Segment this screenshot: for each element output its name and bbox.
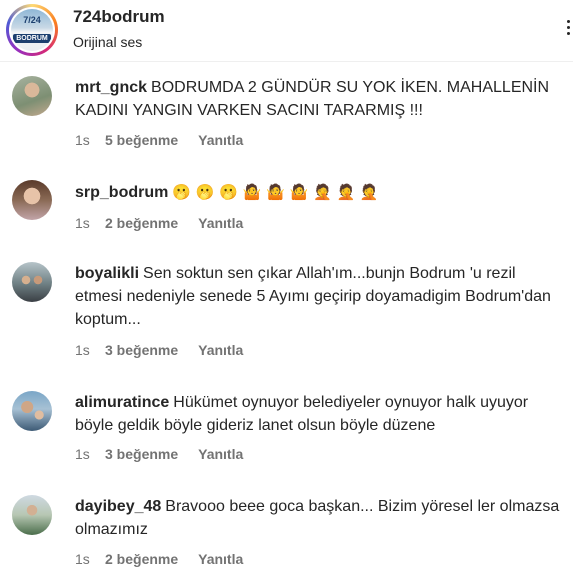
comment-likes[interactable]: 5 beğenme <box>105 132 178 148</box>
logo-number: 7/24 <box>23 15 41 25</box>
avatar[interactable] <box>12 495 52 535</box>
comment-meta: 1s 5 beğenme Yanıtla <box>75 132 243 148</box>
avatar[interactable] <box>12 76 52 116</box>
account-avatar-story-ring[interactable]: 7/24 BODRUM <box>6 4 58 56</box>
comment-username[interactable]: alimuratince <box>75 394 169 411</box>
reply-button[interactable]: Yanıtla <box>198 342 243 358</box>
account-username[interactable]: 724bodrum <box>73 7 165 27</box>
comment-body: dayibey_48 Bravooo beee goca başkan... Bi… <box>75 495 565 541</box>
comment-username[interactable]: dayibey_48 <box>75 498 161 515</box>
comment-username[interactable]: srp_bodrum <box>75 184 168 201</box>
avatar[interactable] <box>12 262 52 302</box>
comment-meta: 1s 3 beğenme Yanıtla <box>75 446 243 462</box>
comment-body: srp_bodrum 🫢 🫢 🫢 🤷 🤷 🤷 🤦 🤦 🤦 <box>75 181 565 204</box>
comment-time: 1s <box>75 342 90 358</box>
comment-meta: 1s 2 beğenme Yanıtla <box>75 551 243 567</box>
comment-body: alimuratince Hükümet oynuyor belediyeler … <box>75 391 565 437</box>
more-options-icon[interactable] <box>567 20 573 40</box>
reply-button[interactable]: Yanıtla <box>198 446 243 462</box>
post-header: 7/24 BODRUM 724bodrum Orijinal ses <box>0 0 573 62</box>
logo-word: BODRUM <box>13 34 51 43</box>
audio-label[interactable]: Orijinal ses <box>73 34 142 50</box>
comment-time: 1s <box>75 215 90 231</box>
comment-time: 1s <box>75 446 90 462</box>
reply-button[interactable]: Yanıtla <box>198 551 243 567</box>
reply-button[interactable]: Yanıtla <box>198 132 243 148</box>
comment-likes[interactable]: 3 beğenme <box>105 446 178 462</box>
comment-meta: 1s 3 beğenme Yanıtla <box>75 342 243 358</box>
reply-button[interactable]: Yanıtla <box>198 215 243 231</box>
avatar[interactable] <box>12 391 52 431</box>
comment-text: Sen soktun sen çıkar Allah'ım...bunjn Bo… <box>75 265 551 328</box>
comment-body: boyalikli Sen soktun sen çıkar Allah'ım..… <box>75 262 565 331</box>
comment-likes[interactable]: 3 beğenme <box>105 342 178 358</box>
avatar[interactable] <box>12 180 52 220</box>
comment-username[interactable]: boyalikli <box>75 265 139 282</box>
account-avatar: 7/24 BODRUM <box>11 9 53 51</box>
comment-meta: 1s 2 beğenme Yanıtla <box>75 215 243 231</box>
comment-text: 🫢 🫢 🫢 🤷 🤷 🤷 🤦 🤦 🤦 <box>172 183 379 201</box>
comment-time: 1s <box>75 132 90 148</box>
comment-likes[interactable]: 2 beğenme <box>105 215 178 231</box>
comment-time: 1s <box>75 551 90 567</box>
comment-likes[interactable]: 2 beğenme <box>105 551 178 567</box>
comment-body: mrt_gnck BODRUMDA 2 GÜNDÜR SU YOK İKEN. M… <box>75 76 565 122</box>
comment-username[interactable]: mrt_gnck <box>75 79 147 96</box>
